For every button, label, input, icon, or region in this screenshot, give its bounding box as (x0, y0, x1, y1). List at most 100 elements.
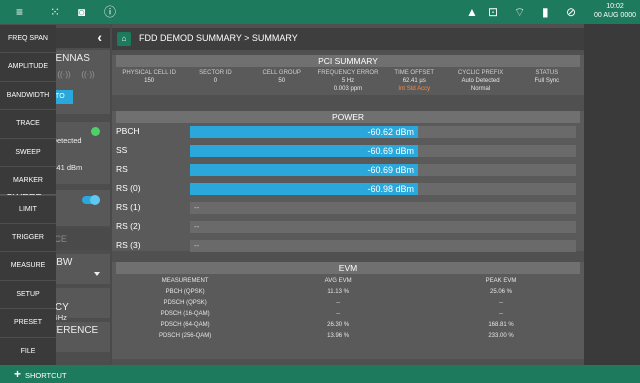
menu-setup-button[interactable]: SETUP (0, 279, 56, 309)
pci-column-value: 0 (213, 78, 218, 84)
pci-column-value2: Int Std Accy (398, 86, 431, 92)
evm-row: PDSCH (256-QAM) 13.96 % 233.00 % (116, 331, 580, 342)
breadcrumb: ⌂ FDD DEMOD SUMMARY > SUMMARY (112, 28, 584, 50)
shortcut-button[interactable]: + SHORTCUT (14, 368, 67, 382)
power-bar: -60.69 dBm (190, 164, 576, 176)
apps-grid-icon[interactable]: ⁙ (50, 4, 60, 20)
bottom-bar: + SHORTCUT (0, 365, 640, 383)
home-icon[interactable]: ⌂ (117, 32, 131, 46)
pci-column-value: Auto Detected (461, 78, 500, 84)
pci-column-header: CELL GROUP (262, 70, 301, 76)
power-rows: PBCH -60.62 dBm SS -60.69 dBm RS -60.69 dBm RS… (112, 123, 584, 256)
power-row: RS (3) -- (112, 237, 584, 256)
evm-avg: -- (336, 300, 341, 306)
power-row: PBCH -60.62 dBm (112, 123, 584, 142)
evm-header-peak: PEAK EVM (485, 278, 517, 284)
evm-header-avg: AVG EVM (324, 278, 352, 284)
evm-rows: PBCH (QPSK) 11.13 % 25.06 % PDSCH (QPSK) -- -… (116, 287, 580, 342)
menu-preset-button[interactable]: PRESET (0, 308, 56, 337)
power-title: POWER (116, 111, 580, 123)
pci-column-value2: Normal (470, 86, 491, 92)
pci-column: PHYSICAL CELL ID 150 (116, 69, 182, 93)
menu-button-label: TRACE (16, 120, 40, 128)
evm-avg: -- (336, 311, 341, 317)
wifi-icon: ⌔ (514, 5, 526, 19)
power-value: -60.98 dBm (367, 184, 414, 194)
camera-icon[interactable]: ◙ (78, 4, 85, 20)
power-bar: -60.69 dBm (190, 145, 576, 157)
pci-column-value: Full Sync (534, 78, 560, 84)
power-row: RS (2) -- (112, 218, 584, 237)
power-row: RS -60.69 dBm (112, 161, 584, 180)
menu-button-label: AMPLITUDE (7, 63, 49, 71)
pci-column: CYCLIC PREFIX Auto Detected Normal (447, 69, 513, 93)
menu-icon[interactable]: ≡ (16, 4, 23, 20)
power-row-label: SS (116, 145, 128, 155)
menu-button-label: BANDWIDTH (6, 91, 50, 99)
power-value: -60.62 dBm (367, 127, 414, 137)
pci-column-value: 50 (278, 78, 286, 84)
right-menu (584, 24, 640, 365)
clock: 10:02 00 AUG 0000 (594, 2, 636, 20)
menu-sweep-button[interactable]: SWEEP (0, 137, 56, 167)
power-row-label: RS (2) (116, 221, 141, 231)
menu-button-label: FREQ SPAN (8, 35, 48, 42)
pci-column-header: PHYSICAL CELL ID (122, 70, 176, 76)
pci-column-value2: 0.003 ppm (333, 86, 363, 92)
menu-measure-button[interactable]: MEASURE (0, 251, 56, 280)
power-bar: -- (190, 240, 576, 252)
battery-icon: ▮ (542, 5, 549, 19)
pci-column-header: TIME OFFSET (394, 70, 435, 76)
pci-column: SECTOR ID 0 (182, 69, 248, 93)
menu-button-label: PRESET (13, 319, 42, 327)
menu-amplitude-button[interactable]: AMPLITUDE (0, 52, 56, 81)
power-panel: POWER PBCH -60.62 dBm SS -60.69 dBm RS -60.69… (112, 111, 584, 252)
pci-column-header: FREQUENCY ERROR (317, 70, 379, 76)
power-row-label: RS (116, 164, 128, 174)
menu-bandwidth-button[interactable]: BANDWIDTH (0, 80, 56, 110)
menu-button-label: LIMIT (19, 205, 37, 213)
power-bar: -- (190, 221, 576, 233)
antenna-3-icon[interactable]: ((·)) (54, 68, 74, 82)
antenna-4-icon[interactable]: ((·)) (78, 68, 98, 82)
power-row-label: PBCH (116, 126, 140, 136)
shortcut-label: SHORTCUT (25, 371, 67, 380)
evm-peak: 233.00 % (488, 333, 514, 339)
evm-peak: -- (499, 300, 504, 306)
evm-table: MEASUREMENT AVG EVM PEAK EVM PBCH (QPSK)… (112, 274, 584, 344)
pci-column-value: 5 Hz (341, 78, 355, 84)
pci-summary-panel: PCI SUMMARY PHYSICAL CELL ID 150 SECTOR ID… (112, 55, 584, 95)
pci-column: CELL GROUP 50 (249, 69, 315, 93)
menu-button-label: MEASURE (10, 262, 46, 270)
power-bar: -- (190, 202, 576, 214)
menu-button-label: SETUP (16, 290, 40, 298)
power-row-label: RS (1) (116, 202, 141, 212)
evm-avg: 13.96 % (327, 333, 350, 339)
pci-column: FREQUENCY ERROR 5 Hz 0.003 ppm (315, 69, 381, 93)
location-off-icon: ⊘ (566, 5, 577, 19)
pci-column: TIME OFFSET 62.41 µs Int Std Accy (381, 69, 447, 93)
menu-freq-span-button[interactable]: FREQ SPAN (0, 24, 56, 53)
evm-measurement: PDSCH (256-QAM) (158, 333, 212, 339)
menu-button-label: TRIGGER (12, 233, 44, 241)
evm-row: PDSCH (16-QAM) -- -- (116, 309, 580, 320)
clock-time: 10:02 (606, 3, 624, 10)
evm-header-row: MEASUREMENT AVG EVM PEAK EVM (116, 276, 580, 287)
menu-limit-button[interactable]: LIMIT (0, 194, 56, 223)
pci-column-header: CYCLIC PREFIX (457, 70, 504, 76)
pci-summary-grid: PHYSICAL CELL ID 150 SECTOR ID 0 CELL GROUP 5… (112, 67, 584, 93)
evm-row: PBCH (QPSK) 11.13 % 25.06 % (116, 287, 580, 298)
menu-marker-button[interactable]: MARKER (0, 166, 56, 195)
info-icon[interactable]: ⓘ (104, 4, 116, 20)
power-value: -- (194, 222, 200, 231)
evm-peak: -- (499, 311, 504, 317)
menu-trigger-button[interactable]: TRIGGER (0, 222, 56, 252)
evm-title: EVM (116, 262, 580, 274)
sweep-toggle[interactable] (82, 195, 100, 205)
breadcrumb-text: FDD DEMOD SUMMARY > SUMMARY (139, 33, 298, 43)
menu-trace-button[interactable]: TRACE (0, 109, 56, 138)
evm-avg: 11.13 % (327, 289, 349, 295)
menu-file-button[interactable]: FILE (0, 336, 56, 365)
status-bar: ≡ ⁙ ◙ ⓘ ▲ ⊡ ⌔ ▮ ⊘ 10:02 00 AUG 0000 (0, 0, 640, 24)
plus-icon: + (14, 367, 22, 381)
